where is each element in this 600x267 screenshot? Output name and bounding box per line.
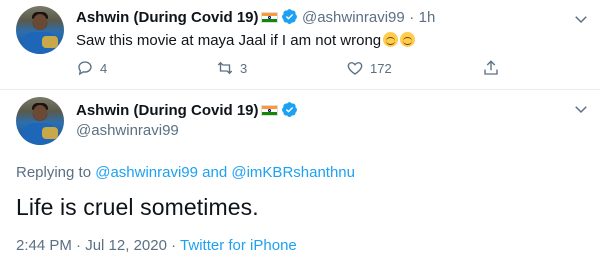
mention-link[interactable]: @imKBRshanthnu [231, 164, 355, 181]
mention-link[interactable]: @ashwinravi99 [95, 164, 198, 181]
tweet-text: Saw this movie at maya Jaal if I am not … [76, 32, 416, 49]
reply-icon [78, 61, 92, 76]
separator-dot: · [76, 237, 82, 254]
author-avatar[interactable] [16, 97, 64, 145]
tweet-date[interactable]: Jul 12, 2020 [85, 237, 167, 254]
verified-badge-icon [281, 9, 297, 24]
author-name-row: Ashwin (During Covid 19) [76, 101, 298, 120]
separator-dot: · [409, 9, 415, 26]
retweet-button[interactable]: 3 [216, 59, 247, 77]
reply-count: 4 [100, 60, 108, 76]
separator-dot: · [171, 237, 177, 254]
share-button[interactable] [482, 59, 500, 77]
tweet-source[interactable]: Twitter for iPhone [180, 237, 297, 254]
flag-india-icon [260, 12, 278, 23]
author-handle[interactable]: @ashwinravi99 [76, 122, 179, 139]
tweet-actions: 4 3 172 [76, 59, 498, 79]
author-handle[interactable]: @ashwinravi99 [302, 9, 405, 26]
reply-button[interactable]: 4 [76, 59, 107, 77]
tweet-text: Life is cruel sometimes. [16, 194, 259, 220]
replying-and[interactable]: and [202, 164, 227, 181]
tweet-time[interactable]: 1h [419, 9, 436, 26]
retweet-icon [217, 61, 233, 75]
chevron-down-icon[interactable] [572, 10, 590, 28]
flag-india-icon [260, 105, 278, 116]
divider [0, 89, 600, 90]
tweet-timestamp[interactable]: 2:44 PM [16, 237, 72, 254]
tweet-text-content: Saw this movie at maya Jaal if I am not … [76, 32, 382, 49]
author-name[interactable]: Ashwin (During Covid 19) [76, 9, 259, 26]
share-icon [484, 60, 498, 75]
tweet-metadata: 2:44 PM · Jul 12, 2020 · Twitter for iPh… [16, 237, 297, 254]
like-count: 172 [370, 60, 392, 76]
relieved-face-emoji [383, 32, 399, 47]
retweet-count: 3 [240, 60, 248, 76]
tweet-header: Ashwin (During Covid 19) @ashwinravi99 ·… [76, 8, 435, 27]
chevron-down-icon[interactable] [572, 100, 590, 118]
author-avatar[interactable] [16, 6, 64, 54]
replying-prefix: Replying to [16, 164, 92, 181]
like-icon [347, 62, 363, 75]
replying-to: Replying to @ashwinravi99 and @imKBRshan… [16, 164, 355, 181]
relieved-face-emoji [400, 32, 416, 47]
like-button[interactable]: 172 [346, 59, 392, 77]
author-name[interactable]: Ashwin (During Covid 19) [76, 102, 259, 119]
verified-badge-icon [281, 102, 297, 117]
